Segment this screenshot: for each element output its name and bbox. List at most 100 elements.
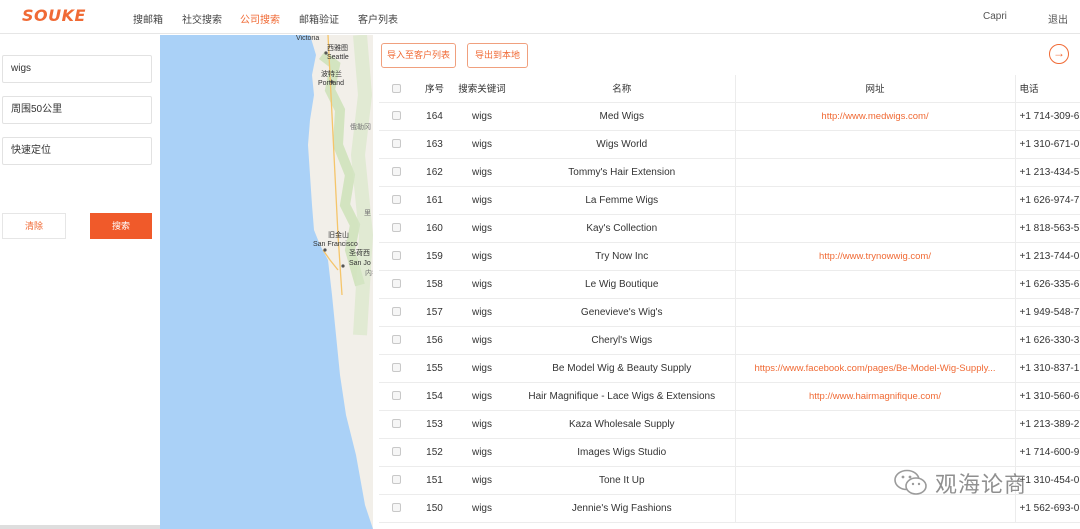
user-name[interactable]: Capri (983, 11, 1007, 22)
map-label-sanjose: San Jo (349, 260, 371, 267)
map-label-reno: 里 (364, 210, 371, 217)
export-local-button[interactable]: 导出到本地 (467, 43, 528, 68)
row-index: 155 (414, 354, 455, 383)
table-row[interactable]: 159 wigs Try Now Inc http://www.trynowwig.c… (379, 242, 1080, 271)
row-index: 151 (414, 466, 455, 495)
row-checkbox[interactable] (379, 410, 414, 439)
radius-select[interactable]: 周围50公里 (2, 96, 152, 124)
row-phone: +1 818-563-5 (1015, 214, 1080, 243)
row-checkbox[interactable] (379, 298, 414, 327)
row-company-name: Images Wigs Studio (509, 438, 735, 467)
row-index: 154 (414, 382, 455, 411)
row-company-name: La Femme Wigs (509, 186, 735, 215)
row-phone: +1 626-335-6 (1015, 270, 1080, 299)
row-company-name: Hair Magnifique - Lace Wigs & Extensions (509, 382, 735, 411)
row-phone: +1 310-560-6 (1015, 382, 1080, 411)
col-phone-header: 电话 (1015, 75, 1080, 103)
row-website-link[interactable]: http://www.hairmagnifique.com/ (734, 382, 1016, 411)
row-index: 163 (414, 130, 455, 159)
table-row[interactable]: 158 wigs Le Wig Boutique +1 626-335-6 (379, 270, 1080, 299)
row-keyword: wigs (455, 354, 509, 383)
row-phone: +1 213-434-5 (1015, 158, 1080, 187)
row-keyword: wigs (455, 410, 509, 439)
top-navbar: SOUKE 搜邮箱 社交搜索 公司搜索 邮箱验证 客户列表 Capri 退出 (0, 0, 1080, 34)
row-checkbox[interactable] (379, 354, 414, 383)
row-checkbox[interactable] (379, 214, 414, 243)
row-index: 157 (414, 298, 455, 327)
row-checkbox[interactable] (379, 130, 414, 159)
row-website-link (734, 298, 1016, 327)
arrow-right-circle-icon[interactable]: → (1049, 44, 1069, 64)
row-website-link (734, 214, 1016, 243)
row-company-name: Cheryl's Wigs (509, 326, 735, 355)
logout-link[interactable]: 退出 (1048, 11, 1068, 26)
nav-item-company-search[interactable]: 公司搜索 (240, 11, 280, 26)
nav-item-email-search[interactable]: 搜邮箱 (133, 11, 163, 26)
search-button[interactable]: 搜索 (90, 213, 152, 239)
row-keyword: wigs (455, 466, 509, 495)
table-row[interactable]: 161 wigs La Femme Wigs +1 626-974-7 (379, 186, 1080, 215)
table-row[interactable]: 160 wigs Kay's Collection +1 818-563-5 (379, 214, 1080, 243)
table-row[interactable]: 152 wigs Images Wigs Studio +1 714-600-9 (379, 438, 1080, 467)
search-panel: wigs 周围50公里 快速定位 清除 搜索 (0, 35, 360, 529)
table-row[interactable]: 164 wigs Med Wigs http://www.medwigs.com/+1… (379, 102, 1080, 131)
row-keyword: wigs (455, 270, 509, 299)
row-checkbox[interactable] (379, 102, 414, 131)
row-checkbox[interactable] (379, 494, 414, 523)
table-row[interactable]: 157 wigs Genevieve's Wig's +1 949-548-7 (379, 298, 1080, 327)
row-checkbox[interactable] (379, 382, 414, 411)
wechat-icon (893, 468, 929, 498)
row-checkbox[interactable] (379, 466, 414, 495)
select-all-checkbox[interactable] (379, 75, 414, 103)
row-checkbox[interactable] (379, 326, 414, 355)
results-panel: 导入至客户列表 导出到本地 → 序号 搜索关键词 名称 网址 电话 164 wig… (373, 35, 1080, 529)
map-label-san-francisco: San Francisco (313, 241, 358, 248)
row-checkbox[interactable] (379, 438, 414, 467)
row-keyword: wigs (455, 438, 509, 467)
row-keyword: wigs (455, 326, 509, 355)
map-label-seattle: Seattle (327, 54, 349, 61)
row-website-link (734, 410, 1016, 439)
table-row[interactable]: 153 wigs Kaza Wholesale Supply +1 213-389-2 (379, 410, 1080, 439)
row-index: 159 (414, 242, 455, 271)
table-row[interactable]: 156 wigs Cheryl's Wigs +1 626-330-3 (379, 326, 1080, 355)
keyword-input[interactable]: wigs (2, 55, 152, 83)
col-url-header: 网址 (734, 75, 1016, 103)
row-index: 150 (414, 494, 455, 523)
row-website-link[interactable]: https://www.facebook.com/pages/Be-Model-… (734, 354, 1016, 383)
row-website-link (734, 326, 1016, 355)
clear-button[interactable]: 清除 (2, 213, 66, 239)
row-website-link[interactable]: http://www.trynowwig.com/ (734, 242, 1016, 271)
row-company-name: Med Wigs (509, 102, 735, 131)
row-checkbox[interactable] (379, 242, 414, 271)
table-row[interactable]: 154 wigs Hair Magnifique - Lace Wigs & Ext… (379, 382, 1080, 411)
map-label-portland: Portland (318, 80, 345, 87)
row-checkbox[interactable] (379, 158, 414, 187)
row-index: 160 (414, 214, 455, 243)
watermark-text: 观海论商 (935, 473, 1028, 498)
nav-item-customer-list[interactable]: 客户列表 (358, 11, 398, 26)
row-company-name: Try Now Inc (509, 242, 735, 271)
row-phone: +1 626-974-7 (1015, 186, 1080, 215)
table-row[interactable]: 162 wigs Tommy's Hair Extension +1 213-434-… (379, 158, 1080, 187)
table-row[interactable]: 155 wigs Be Model Wig & Beauty Supply https… (379, 354, 1080, 383)
row-keyword: wigs (455, 214, 509, 243)
row-index: 156 (414, 326, 455, 355)
row-keyword: wigs (455, 298, 509, 327)
import-to-customers-button[interactable]: 导入至客户列表 (381, 43, 456, 68)
row-index: 158 (414, 270, 455, 299)
nav-item-email-verify[interactable]: 邮箱验证 (299, 11, 339, 26)
row-website-link[interactable]: http://www.medwigs.com/ (734, 102, 1016, 131)
nav-item-social-search[interactable]: 社交搜索 (182, 11, 222, 26)
row-checkbox[interactable] (379, 186, 414, 215)
quick-locate-input[interactable]: 快速定位 (2, 137, 152, 165)
row-phone: +1 949-548-7 (1015, 298, 1080, 327)
row-index: 162 (414, 158, 455, 187)
table-row[interactable]: 163 wigs Wigs World +1 310-671-0 (379, 130, 1080, 159)
row-keyword: wigs (455, 130, 509, 159)
map-view[interactable]: Victoria 西雅图 Seattle 波特兰 Portland 俄勒冈 旧金… (160, 35, 373, 529)
map-label-oregon: 俄勒冈 (350, 124, 371, 131)
logo[interactable]: SOUKE (22, 6, 86, 25)
row-index: 152 (414, 438, 455, 467)
row-checkbox[interactable] (379, 270, 414, 299)
